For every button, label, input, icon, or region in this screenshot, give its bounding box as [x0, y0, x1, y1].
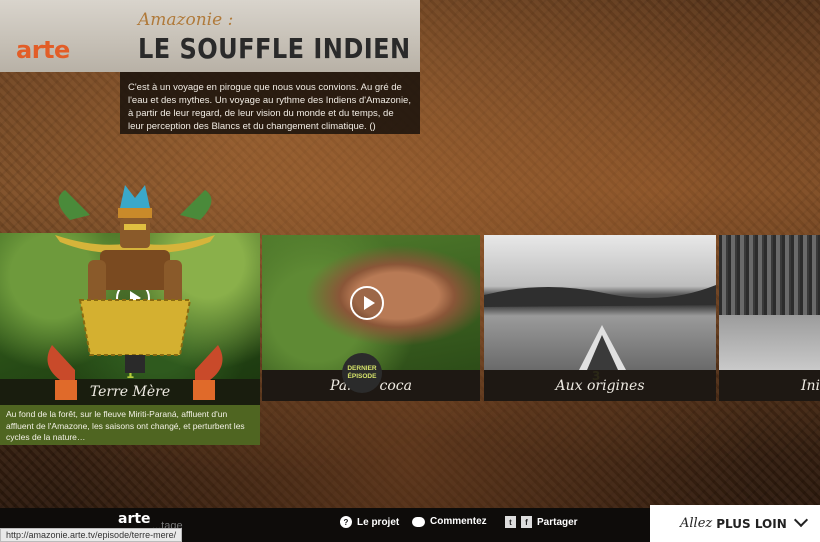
episode-carousel: 1 Terre Mère Au fond de la forêt, sur le…	[0, 233, 820, 445]
episode-title: Terre Mère	[89, 384, 171, 400]
project-link-label: Le projet	[357, 516, 400, 528]
play-icon[interactable]	[350, 286, 384, 320]
header-banner: arte Amazonie : LE SOUFFLE INDIEN	[0, 0, 420, 72]
episode-title-bar[interactable]: Aux origines	[484, 370, 716, 401]
episode-card-4[interactable]: Ini	[719, 235, 820, 401]
arte-logo[interactable]: arte	[16, 36, 70, 64]
browser-status-url: http://amazonie.arte.tv/episode/terre-me…	[0, 528, 183, 542]
badge-line-1: DERNIER	[347, 365, 377, 372]
comment-link[interactable]: Commentez	[412, 516, 487, 527]
help-icon: ?	[340, 516, 352, 528]
twitter-icon[interactable]: t	[505, 516, 516, 528]
intro-text: C'est à un voyage en pirogue que nous vo…	[120, 72, 420, 134]
share-link[interactable]: t f Partager	[505, 516, 578, 528]
comment-link-label: Commentez	[430, 516, 487, 527]
episode-card-2[interactable]: DERNIER ÉPISODE Parole coca	[262, 235, 480, 401]
episode-card-1[interactable]: 1 Terre Mère Au fond de la forêt, sur le…	[0, 233, 260, 445]
episode-description: Au fond de la forêt, sur le fleuve Mirit…	[0, 405, 260, 445]
go-further-prefix: Allez	[680, 516, 713, 531]
comment-bubble-icon	[412, 516, 425, 527]
title-block: Amazonie : LE SOUFFLE INDIEN	[138, 10, 455, 65]
play-icon[interactable]	[116, 281, 150, 315]
project-link[interactable]: ? Le projet	[340, 516, 399, 528]
episode-thumbnail[interactable]	[719, 235, 820, 370]
latest-episode-badge: DERNIER ÉPISODE	[342, 353, 382, 393]
episode-title: Ini	[801, 377, 820, 394]
episode-title-bar[interactable]: Ini	[719, 370, 820, 401]
episode-title-bar[interactable]: Terre Mère	[0, 379, 260, 405]
series-subtitle: Amazonie :	[138, 10, 234, 30]
episode-title: Aux origines	[555, 377, 645, 394]
go-further-button[interactable]: Allez PLUS LOIN	[650, 505, 820, 542]
facebook-icon[interactable]: f	[521, 516, 532, 528]
chevron-down-icon	[793, 512, 809, 528]
episode-thumbnail[interactable]	[484, 235, 716, 370]
series-title: LE SOUFFLE INDIEN	[138, 32, 411, 65]
go-further-label: PLUS LOIN	[716, 516, 787, 531]
river-canoe-image	[484, 285, 716, 370]
footer-arte-logo[interactable]: arte	[118, 511, 151, 527]
episode-card-3[interactable]: 3 Aux origines	[484, 235, 716, 401]
badge-line-2: ÉPISODE	[347, 373, 377, 380]
share-link-label: Partager	[537, 516, 578, 528]
